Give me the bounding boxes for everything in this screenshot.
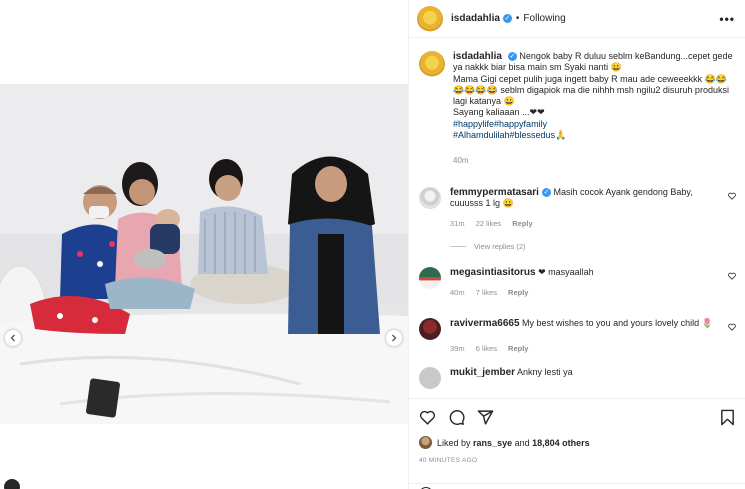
- comment-item: mukit_jember Ankny lesti ya: [419, 366, 736, 389]
- header-separator: •: [515, 13, 520, 24]
- post-caption: isdadahlia ✓ Nengok baby R duluu seblm ke…: [419, 51, 736, 167]
- verified-badge-icon: ✓: [541, 187, 551, 197]
- caption-author-avatar[interactable]: [419, 51, 445, 77]
- commenter-avatar[interactable]: [419, 318, 441, 341]
- comment-icon[interactable]: [448, 409, 465, 426]
- liked-by-user[interactable]: rans_sye: [473, 438, 512, 448]
- commenter-username[interactable]: mukit_jember: [450, 367, 515, 378]
- comment-text: Ankny lesti ya: [517, 366, 573, 377]
- comment-timestamp: 31m: [450, 219, 465, 229]
- reply-button[interactable]: Reply: [512, 219, 532, 228]
- author-username[interactable]: isdadahlia: [451, 13, 500, 24]
- chevron-right-icon: [392, 334, 397, 342]
- post-photo-image: [0, 84, 408, 424]
- commenter-avatar[interactable]: [419, 266, 441, 289]
- hashtag-link[interactable]: #happylife#happyfamily: [453, 119, 736, 130]
- comment-timestamp: 39m: [450, 344, 465, 354]
- comment-text: ❤ masyaallah: [538, 266, 594, 277]
- verified-badge-icon: ✓: [502, 14, 512, 23]
- bookmark-icon[interactable]: [719, 409, 736, 426]
- action-buttons-row: [419, 407, 736, 427]
- comment-item: raviverma6665 My best wishes to you and …: [419, 318, 736, 355]
- reply-button[interactable]: Reply: [508, 288, 528, 297]
- commenter-avatar[interactable]: [419, 366, 441, 389]
- commenter-username[interactable]: femmypermatasari: [450, 187, 539, 198]
- liked-by-others[interactable]: 18,804 others: [532, 438, 590, 448]
- post-header: isdadahlia ✓ • Following •••: [409, 0, 745, 38]
- following-button[interactable]: Following: [523, 13, 565, 24]
- commenter-username[interactable]: raviverma6665: [450, 318, 520, 329]
- comment-timestamp: 40m: [450, 287, 465, 297]
- share-icon[interactable]: [477, 409, 494, 426]
- post-photo[interactable]: [0, 84, 408, 424]
- comment-likes[interactable]: 22 likes: [476, 219, 501, 228]
- previous-photo-button[interactable]: [5, 330, 21, 346]
- post-timestamp[interactable]: 40 MINUTES AGO: [419, 457, 736, 464]
- caption-username[interactable]: isdadahlia: [453, 51, 502, 62]
- profile-avatar-stub[interactable]: [4, 479, 20, 489]
- comment-like-heart-icon[interactable]: [728, 323, 736, 331]
- comment-likes[interactable]: 6 likes: [476, 344, 497, 353]
- view-replies-label: View replies (2): [474, 241, 526, 251]
- caption-timestamp: 40m: [453, 156, 469, 166]
- more-horizontal-icon[interactable]: •••: [719, 12, 735, 26]
- view-replies-line: [450, 245, 466, 247]
- comment-item: femmypermatasari ✓ Masih cocok Ayank gend…: [419, 186, 736, 230]
- reply-button[interactable]: Reply: [508, 344, 528, 353]
- verified-badge-icon: ✓: [507, 52, 517, 62]
- post-actions: Liked by rans_sye and 18,804 others 40 M…: [409, 398, 745, 489]
- liked-by-and: and: [514, 437, 530, 448]
- chevron-left-icon: [10, 334, 15, 342]
- next-photo-button[interactable]: [386, 330, 402, 346]
- post-media-pane: [0, 0, 408, 489]
- liker-avatar[interactable]: [419, 436, 432, 449]
- comment-text: My best wishes to you and yours lovely c…: [522, 318, 713, 329]
- commenter-avatar[interactable]: [419, 186, 441, 209]
- author-avatar[interactable]: [417, 5, 443, 32]
- comment-like-heart-icon[interactable]: [728, 272, 736, 280]
- comment-like-heart-icon[interactable]: [728, 192, 736, 200]
- heart-icon[interactable]: [419, 409, 436, 426]
- comments-list[interactable]: isdadahlia ✓ Nengok baby R duluu seblm ke…: [409, 39, 745, 397]
- liked-by-prefix: Liked by: [437, 437, 471, 448]
- liked-by-summary: Liked by rans_sye and 18,804 others: [419, 436, 736, 449]
- post-side-panel: isdadahlia ✓ • Following ••• isdadahlia ✓…: [408, 0, 745, 489]
- view-replies-button[interactable]: View replies (2): [450, 242, 736, 251]
- comment-item: megasintiasitorus ❤ masyaallah 40m 7 lik…: [419, 266, 736, 299]
- comment-likes[interactable]: 7 likes: [476, 288, 497, 297]
- commenter-username[interactable]: megasintiasitorus: [450, 267, 536, 278]
- add-comment-bar[interactable]: [409, 483, 745, 489]
- hashtag-link[interactable]: #Alhamdulilah#blessedus🙏: [453, 130, 736, 141]
